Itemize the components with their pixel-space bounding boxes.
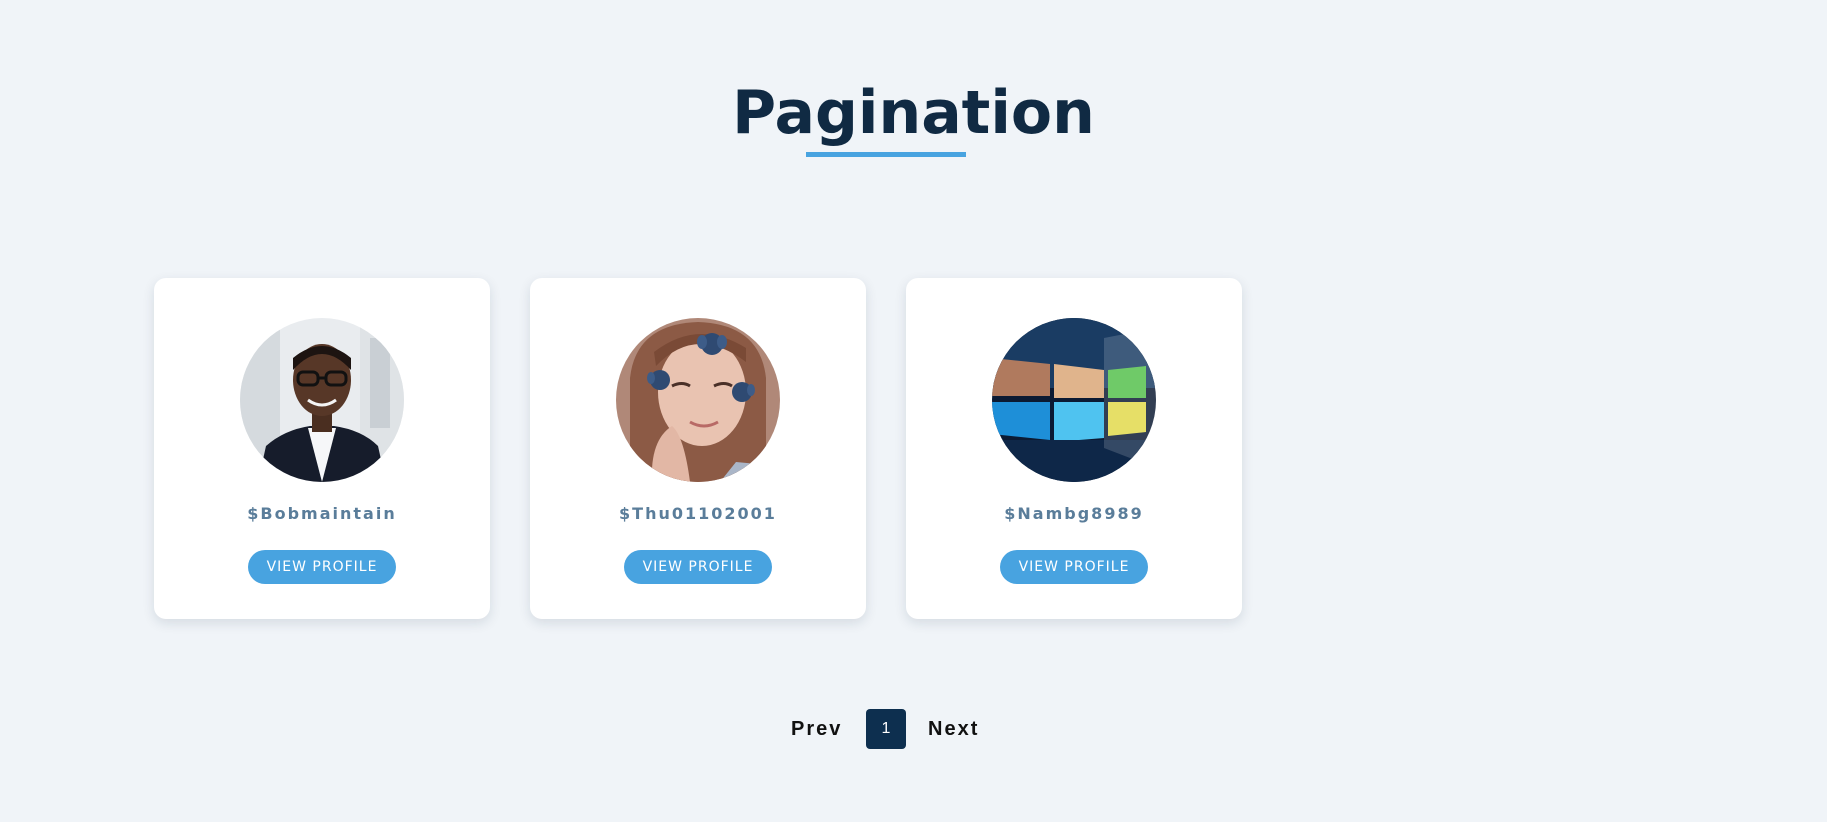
pagination: Prev 1 Next (0, 709, 1827, 749)
prev-page-button[interactable]: Prev (791, 709, 845, 749)
view-profile-button[interactable]: VIEW PROFILE (1000, 550, 1148, 584)
avatar (992, 318, 1156, 482)
page-number-current[interactable]: 1 (866, 709, 906, 749)
title-underline (806, 152, 966, 157)
avatar (616, 318, 780, 482)
profile-username: $Nambg8989 (1004, 504, 1144, 523)
view-profile-button[interactable]: VIEW PROFILE (248, 550, 396, 584)
profile-card: $Nambg8989 VIEW PROFILE (906, 278, 1242, 619)
page-header: Pagination (0, 72, 1827, 154)
next-page-button[interactable]: Next (928, 709, 988, 749)
avatar (240, 318, 404, 482)
windows-logo-icon (992, 318, 1156, 482)
page-title: Pagination (732, 78, 1095, 148)
avatar-photo-icon (616, 318, 780, 482)
profile-username: $Thu01102001 (619, 504, 777, 523)
profile-username: $Bobmaintain (247, 504, 397, 523)
avatar-photo-icon (240, 318, 404, 482)
profile-card: $Thu01102001 VIEW PROFILE (530, 278, 866, 619)
profile-card: $Bobmaintain VIEW PROFILE (154, 278, 490, 619)
view-profile-button[interactable]: VIEW PROFILE (624, 550, 772, 584)
